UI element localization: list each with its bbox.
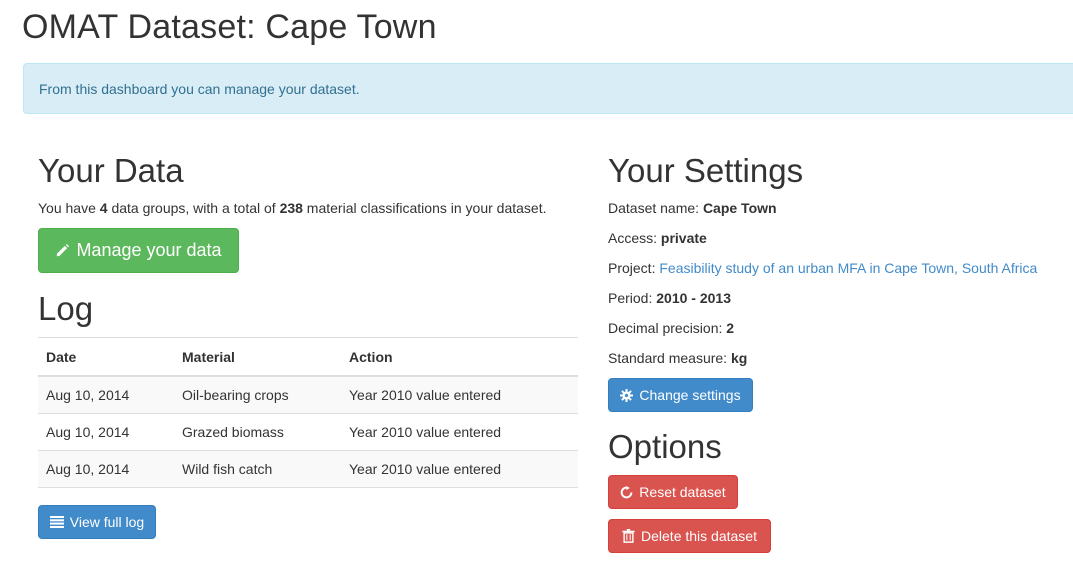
alert-text: From this dashboard you can manage your …: [39, 81, 360, 97]
list-icon: [49, 516, 64, 528]
groups-count: 4: [99, 200, 108, 216]
setting-period: Period: 2010 - 2013: [608, 290, 731, 306]
trash-icon: [622, 529, 635, 543]
page-title: OMAT Dataset: Cape Town: [22, 8, 437, 46]
table-row: Aug 10, 2014 Grazed biomass Year 2010 va…: [38, 413, 578, 451]
period-value: 2010 - 2013: [656, 290, 731, 306]
project-link[interactable]: Feasibility study of an urban MFA in Cap…: [659, 260, 1037, 276]
manage-data-button[interactable]: Manage your data: [38, 228, 239, 273]
log-action: Year 2010 value entered: [341, 375, 578, 414]
log-date: Aug 10, 2014: [38, 450, 174, 488]
options-heading: Options: [608, 428, 722, 465]
refresh-icon: [620, 485, 633, 498]
your-settings-heading: Your Settings: [608, 152, 804, 189]
access-value: private: [660, 230, 707, 246]
log-material: Oil-bearing crops: [174, 375, 341, 414]
table-row: Aug 10, 2014 Wild fish catch Year 2010 v…: [38, 450, 578, 488]
setting-access: Access: private: [608, 230, 707, 246]
classifications-count: 238: [279, 200, 303, 216]
standard-measure-value: kg: [730, 350, 748, 366]
setting-project: Project: Feasibility study of an urban M…: [608, 260, 1038, 276]
your-data-heading: Your Data: [38, 152, 184, 189]
log-material: Wild fish catch: [174, 450, 341, 488]
setting-dataset-name: Dataset name: Cape Town: [608, 200, 777, 216]
view-full-log-button[interactable]: View full log: [38, 505, 156, 539]
data-summary: You have 4 data groups, with a total of …: [38, 200, 547, 216]
setting-standard-measure: Standard measure: kg: [608, 350, 748, 366]
log-heading: Log: [38, 290, 94, 327]
log-material: Grazed biomass: [174, 413, 341, 451]
log-action: Year 2010 value entered: [341, 413, 578, 451]
delete-dataset-button[interactable]: Delete this dataset: [608, 519, 771, 553]
column-header-action: Action: [341, 337, 578, 377]
log-table: Date Material Action Aug 10, 2014 Oil-be…: [38, 337, 578, 488]
dataset-name-value: Cape Town: [702, 200, 777, 216]
column-header-material: Material: [174, 337, 341, 377]
setting-decimal-precision: Decimal precision: 2: [608, 320, 735, 336]
change-settings-button[interactable]: Change settings: [608, 378, 753, 412]
log-date: Aug 10, 2014: [38, 413, 174, 451]
log-action: Year 2010 value entered: [341, 450, 578, 488]
pencil-icon: [57, 243, 70, 257]
log-date: Aug 10, 2014: [38, 375, 174, 414]
gear-icon: [620, 388, 634, 402]
table-row: Aug 10, 2014 Oil-bearing crops Year 2010…: [38, 375, 578, 414]
info-alert: From this dashboard you can manage your …: [23, 63, 1073, 114]
decimal-precision-value: 2: [726, 320, 735, 336]
reset-dataset-button[interactable]: Reset dataset: [608, 475, 738, 509]
column-header-date: Date: [38, 337, 174, 377]
log-header-row: Date Material Action: [38, 337, 578, 377]
